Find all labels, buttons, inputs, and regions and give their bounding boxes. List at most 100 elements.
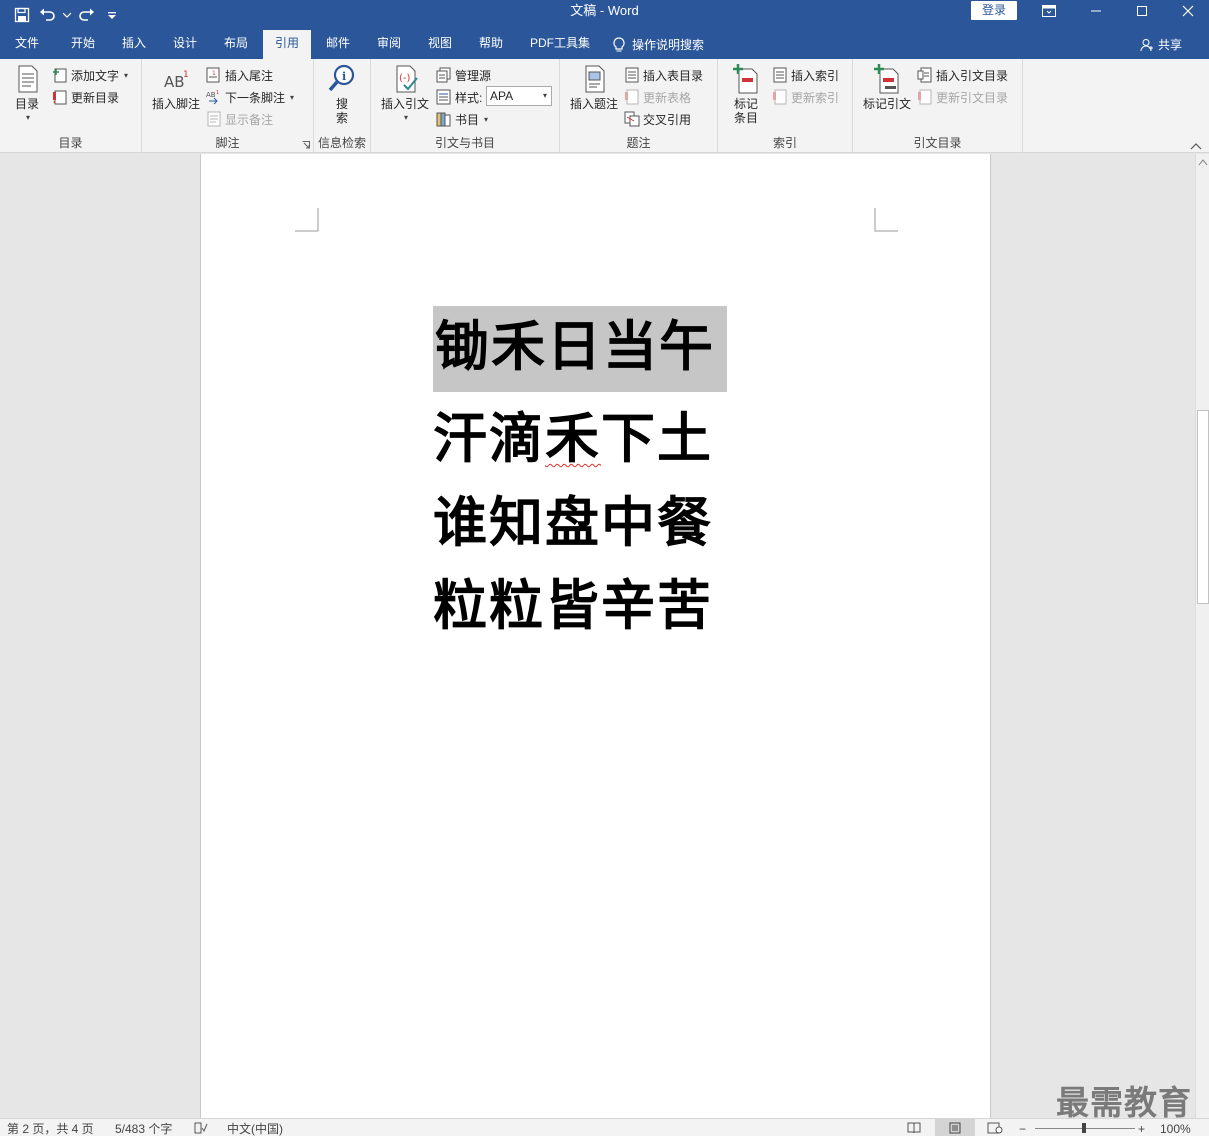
document-area: 锄禾日当午 汗滴禾下土 谁知盘中餐 粒粒皆辛苦 bbox=[0, 154, 1195, 1118]
read-mode-icon[interactable] bbox=[907, 1122, 921, 1136]
insert-index-button[interactable]: 插入索引 bbox=[772, 65, 839, 85]
zoom-out-icon[interactable]: − bbox=[1019, 1121, 1026, 1136]
proofing-icon[interactable] bbox=[194, 1122, 208, 1136]
bibliography-button[interactable]: 书目 ▾ bbox=[436, 109, 488, 129]
zoom-slider-thumb[interactable] bbox=[1082, 1123, 1086, 1133]
toc-label: 目录 bbox=[14, 97, 39, 111]
poem-line-3[interactable]: 谁知盘中餐 bbox=[433, 492, 713, 552]
redo-icon[interactable] bbox=[74, 3, 98, 27]
manage-sources-label: 管理源 bbox=[455, 68, 492, 83]
tab-mailings[interactable]: 邮件 bbox=[313, 30, 363, 59]
insert-tof-label: 插入表目录 bbox=[643, 68, 704, 83]
tab-help[interactable]: 帮助 bbox=[466, 30, 516, 59]
tab-design[interactable]: 设计 bbox=[160, 30, 210, 59]
spelling-flagged-word[interactable]: 禾 bbox=[545, 406, 601, 470]
group-captions: 插入题注 插入表目录 更新表格 交叉引用 题注 bbox=[560, 59, 718, 153]
language[interactable]: 中文(中国) bbox=[227, 1121, 283, 1136]
status-bar: 第 2 页，共 4 页 5/483 个字 中文(中国) − + 100% bbox=[0, 1118, 1209, 1136]
poem-line-2[interactable]: 汗滴禾下土 bbox=[433, 408, 713, 468]
mark-entry-button[interactable]: 标记 条目 bbox=[728, 63, 764, 125]
update-toc-button[interactable]: 更新目录 bbox=[52, 87, 119, 107]
save-icon[interactable] bbox=[10, 3, 34, 27]
share-button[interactable]: 共享 bbox=[1140, 30, 1182, 59]
scroll-up-icon[interactable] bbox=[1198, 158, 1208, 166]
collapse-ribbon-icon[interactable] bbox=[1190, 139, 1202, 153]
scrollbar-thumb[interactable] bbox=[1197, 410, 1209, 604]
tab-references[interactable]: 引用 bbox=[263, 30, 311, 59]
tab-view[interactable]: 视图 bbox=[415, 30, 465, 59]
group-index: 标记 条目 插入索引 更新索引 索引 bbox=[718, 59, 853, 153]
toc-button[interactable]: 目录 ▾ bbox=[10, 63, 44, 125]
login-button[interactable]: 登录 bbox=[971, 1, 1017, 20]
insert-endnote-label: 插入尾注 bbox=[225, 68, 274, 83]
selected-text[interactable]: 锄禾日当午 bbox=[433, 306, 727, 392]
print-layout-icon[interactable] bbox=[935, 1119, 975, 1136]
manage-sources-button[interactable]: 管理源 bbox=[436, 65, 491, 85]
tab-home[interactable]: 开始 bbox=[58, 30, 108, 59]
update-toa-button[interactable]: 更新引文目录 bbox=[917, 87, 1008, 107]
insert-endnote-button[interactable]: 1 插入尾注 bbox=[206, 65, 273, 85]
undo-icon[interactable] bbox=[36, 3, 60, 27]
insert-index-icon bbox=[773, 67, 787, 83]
show-notes-icon bbox=[207, 111, 221, 127]
cross-reference-label: 交叉引用 bbox=[643, 112, 692, 127]
group-footnotes: AB 1 插入脚注 1 插入尾注 AB 1 下一条脚注 ▾ 显示备注 脚注 bbox=[142, 59, 314, 153]
group-research: i 搜 索 信息检索 bbox=[314, 59, 371, 153]
poem-line-4[interactable]: 粒粒皆辛苦 bbox=[433, 575, 713, 635]
line-2-end: 下土 bbox=[601, 406, 713, 470]
update-toa-label: 更新引文目录 bbox=[936, 90, 1009, 105]
insert-toa-button[interactable]: 插入引文目录 bbox=[917, 65, 1008, 85]
chevron-down-icon: ▾ bbox=[484, 114, 489, 124]
tab-file[interactable]: 文件 bbox=[2, 30, 52, 59]
next-footnote-button[interactable]: AB 1 下一条脚注 ▾ bbox=[206, 87, 294, 107]
insert-tof-button[interactable]: 插入表目录 bbox=[624, 65, 703, 85]
insert-caption-label: 插入题注 bbox=[569, 97, 618, 111]
insert-citation-icon: (-) bbox=[396, 65, 418, 93]
minimize-icon[interactable] bbox=[1073, 0, 1119, 22]
insert-citation-button[interactable]: (-) 插入引文 ▾ bbox=[379, 63, 431, 125]
cross-reference-button[interactable]: 交叉引用 bbox=[624, 109, 691, 129]
dialog-launcher-icon[interactable] bbox=[302, 141, 310, 149]
svg-text:1: 1 bbox=[183, 70, 189, 80]
word-count[interactable]: 5/483 个字 bbox=[115, 1121, 172, 1136]
update-table-button[interactable]: 更新表格 bbox=[624, 87, 691, 107]
poem-line-1[interactable]: 锄禾日当午 bbox=[433, 306, 727, 392]
style-select[interactable]: APA ▾ bbox=[486, 86, 552, 106]
update-index-button[interactable]: 更新索引 bbox=[772, 87, 839, 107]
tab-review[interactable]: 审阅 bbox=[364, 30, 414, 59]
search-button[interactable]: i 搜 索 bbox=[325, 63, 359, 125]
add-text-label: 添加文字 bbox=[71, 68, 120, 83]
insert-caption-button[interactable]: 插入题注 bbox=[568, 63, 620, 111]
undo-dropdown-icon[interactable] bbox=[62, 3, 72, 27]
svg-text:(-): (-) bbox=[399, 73, 411, 84]
chevron-down-icon: ▾ bbox=[124, 70, 129, 80]
customize-qat-icon[interactable] bbox=[100, 3, 124, 27]
tell-me-search[interactable]: 操作说明搜索 bbox=[612, 30, 722, 59]
cross-reference-icon bbox=[624, 111, 640, 127]
page-count[interactable]: 第 2 页，共 4 页 bbox=[7, 1121, 94, 1136]
ribbon-tabs: 文件 开始 插入 设计 布局 引用 邮件 审阅 视图 帮助 PDF工具集 操作说… bbox=[0, 30, 1209, 59]
show-notes-label: 显示备注 bbox=[225, 112, 274, 127]
add-text-button[interactable]: 添加文字 ▾ bbox=[52, 65, 128, 85]
vertical-scrollbar[interactable] bbox=[1195, 154, 1209, 1118]
update-table-label: 更新表格 bbox=[643, 90, 692, 105]
close-icon[interactable] bbox=[1165, 0, 1209, 22]
group-toc: 目录 ▾ 添加文字 ▾ 更新目录 目录 bbox=[0, 59, 142, 153]
maximize-icon[interactable] bbox=[1119, 0, 1165, 22]
mark-citation-icon bbox=[874, 64, 899, 94]
bibliography-icon bbox=[436, 112, 451, 127]
insert-footnote-button[interactable]: AB 1 插入脚注 bbox=[150, 63, 202, 111]
ribbon-display-options-icon[interactable] bbox=[1026, 0, 1072, 22]
web-layout-icon[interactable] bbox=[987, 1122, 1003, 1136]
mark-citation-button[interactable]: 标记引文 bbox=[861, 63, 913, 111]
show-notes-button[interactable]: 显示备注 bbox=[206, 109, 273, 129]
document-page[interactable]: 锄禾日当午 汗滴禾下土 谁知盘中餐 粒粒皆辛苦 bbox=[200, 154, 991, 1118]
tab-insert[interactable]: 插入 bbox=[109, 30, 159, 59]
tab-layout[interactable]: 布局 bbox=[211, 30, 261, 59]
group-toa: 标记引文 插入引文目录 更新引文目录 引文目录 bbox=[853, 59, 1023, 153]
group-label-research: 信息检索 bbox=[317, 136, 366, 150]
toc-icon bbox=[18, 65, 38, 93]
insert-index-label: 插入索引 bbox=[791, 68, 840, 83]
tab-pdf-tools[interactable]: PDF工具集 bbox=[522, 30, 598, 59]
mark-entry-label-2: 条目 bbox=[733, 111, 758, 125]
